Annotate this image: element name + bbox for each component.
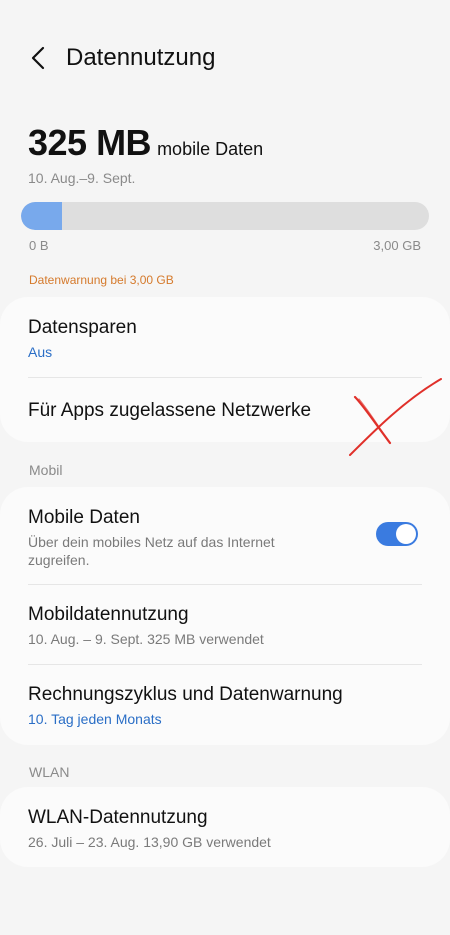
mobile-data-subtitle: Über dein mobiles Netz auf das Internet … (28, 534, 275, 568)
wlan-usage-title: WLAN-Datennutzung (28, 807, 208, 828)
section-label-wlan: WLAN (29, 764, 70, 780)
mobile-data-title: Mobile Daten (28, 507, 140, 528)
usage-progress-fill (21, 202, 62, 230)
top-app-bar: Datennutzung (0, 30, 450, 86)
progress-min-label: 0 B (29, 238, 49, 253)
mobile-data-toggle[interactable] (376, 522, 418, 546)
usage-unit: mobile Daten (157, 139, 264, 159)
usage-progress-bar (21, 202, 429, 230)
divider (28, 584, 422, 585)
back-button[interactable] (16, 36, 60, 80)
mobile-data-item[interactable]: Mobile Daten Über dein mobiles Netz auf … (0, 507, 370, 569)
usage-summary: 325 MB mobile Daten 10. Aug.–9. Sept. (28, 122, 428, 186)
progress-max-label: 3,00 GB (373, 238, 421, 253)
billing-cycle-item[interactable]: Rechnungszyklus und Datenwarnung 10. Tag… (0, 684, 450, 728)
red-cross-annotation (349, 378, 442, 456)
chevron-left-icon (31, 46, 45, 70)
usage-amount: 325 MB (28, 122, 152, 163)
mobile-data-usage-item[interactable]: Mobildatennutzung 10. Aug. – 9. Sept. 32… (0, 604, 450, 648)
wlan-usage-subtitle: 26. Juli – 23. Aug. 13,90 GB verwendet (28, 834, 271, 850)
divider (28, 664, 422, 665)
billing-cycle-title: Rechnungszyklus und Datenwarnung (28, 684, 343, 705)
datensparen-item[interactable]: Datensparen Aus (0, 317, 450, 361)
section-label-mobil: Mobil (29, 462, 63, 478)
usage-period: 10. Aug.–9. Sept. (28, 170, 136, 186)
toggle-knob (396, 524, 416, 544)
datensparen-status: Aus (28, 344, 53, 360)
billing-cycle-subtitle: 10. Tag jeden Monats (28, 711, 162, 727)
mobile-card: Mobile Daten Über dein mobiles Netz auf … (0, 487, 450, 745)
wlan-usage-item[interactable]: WLAN-Datennutzung 26. Juli – 23. Aug. 13… (0, 807, 450, 851)
datensparen-title: Datensparen (28, 317, 137, 338)
wlan-card: WLAN-Datennutzung 26. Juli – 23. Aug. 13… (0, 787, 450, 867)
data-warning-text: Datenwarnung bei 3,00 GB (29, 273, 174, 287)
mobile-data-usage-title: Mobildatennutzung (28, 604, 189, 625)
page-title: Datennutzung (66, 44, 216, 71)
mobile-data-usage-subtitle: 10. Aug. – 9. Sept. 325 MB verwendet (28, 631, 264, 647)
